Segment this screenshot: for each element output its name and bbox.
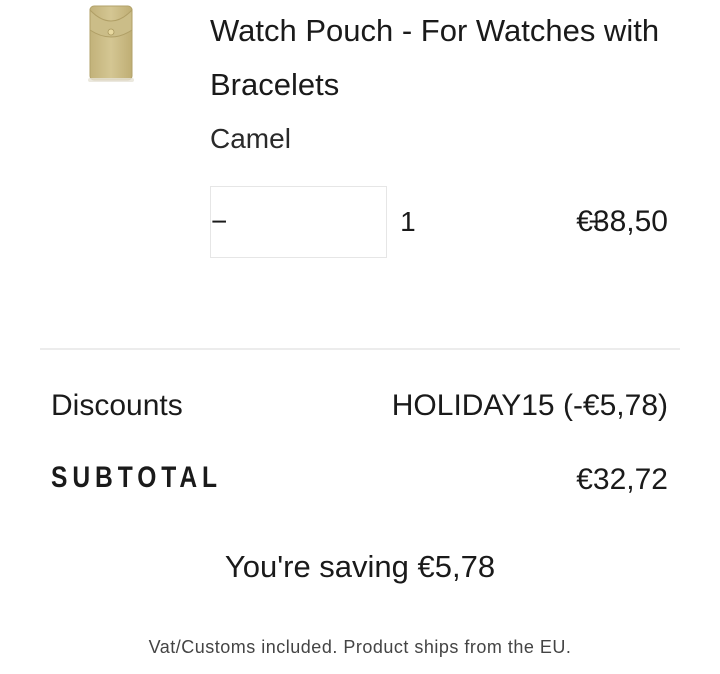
quantity-input[interactable]: [227, 187, 589, 257]
minus-icon: −: [211, 206, 228, 237]
savings-message: You're saving €5,78: [224, 549, 496, 584]
subtotal-value: €32,72: [576, 463, 668, 496]
watch-pouch-image: [88, 5, 134, 82]
subtotal-label: SUBTOTAL: [51, 461, 223, 494]
discounts-value: HOLIDAY15 (-€5,78): [391, 389, 668, 422]
product-variant: Camel: [210, 123, 291, 154]
product-title[interactable]: Watch Pouch - For Watches with Bracelets: [210, 4, 680, 112]
line-item-price: €38,50: [576, 205, 668, 238]
shipping-note: Vat/Customs included. Product ships from…: [148, 637, 572, 657]
divider: [40, 348, 680, 350]
decrease-quantity-button[interactable]: −: [211, 187, 227, 257]
discounts-label: Discounts: [51, 389, 183, 422]
product-thumbnail[interactable]: [82, 0, 140, 86]
quantity-stepper: − +: [210, 186, 605, 258]
